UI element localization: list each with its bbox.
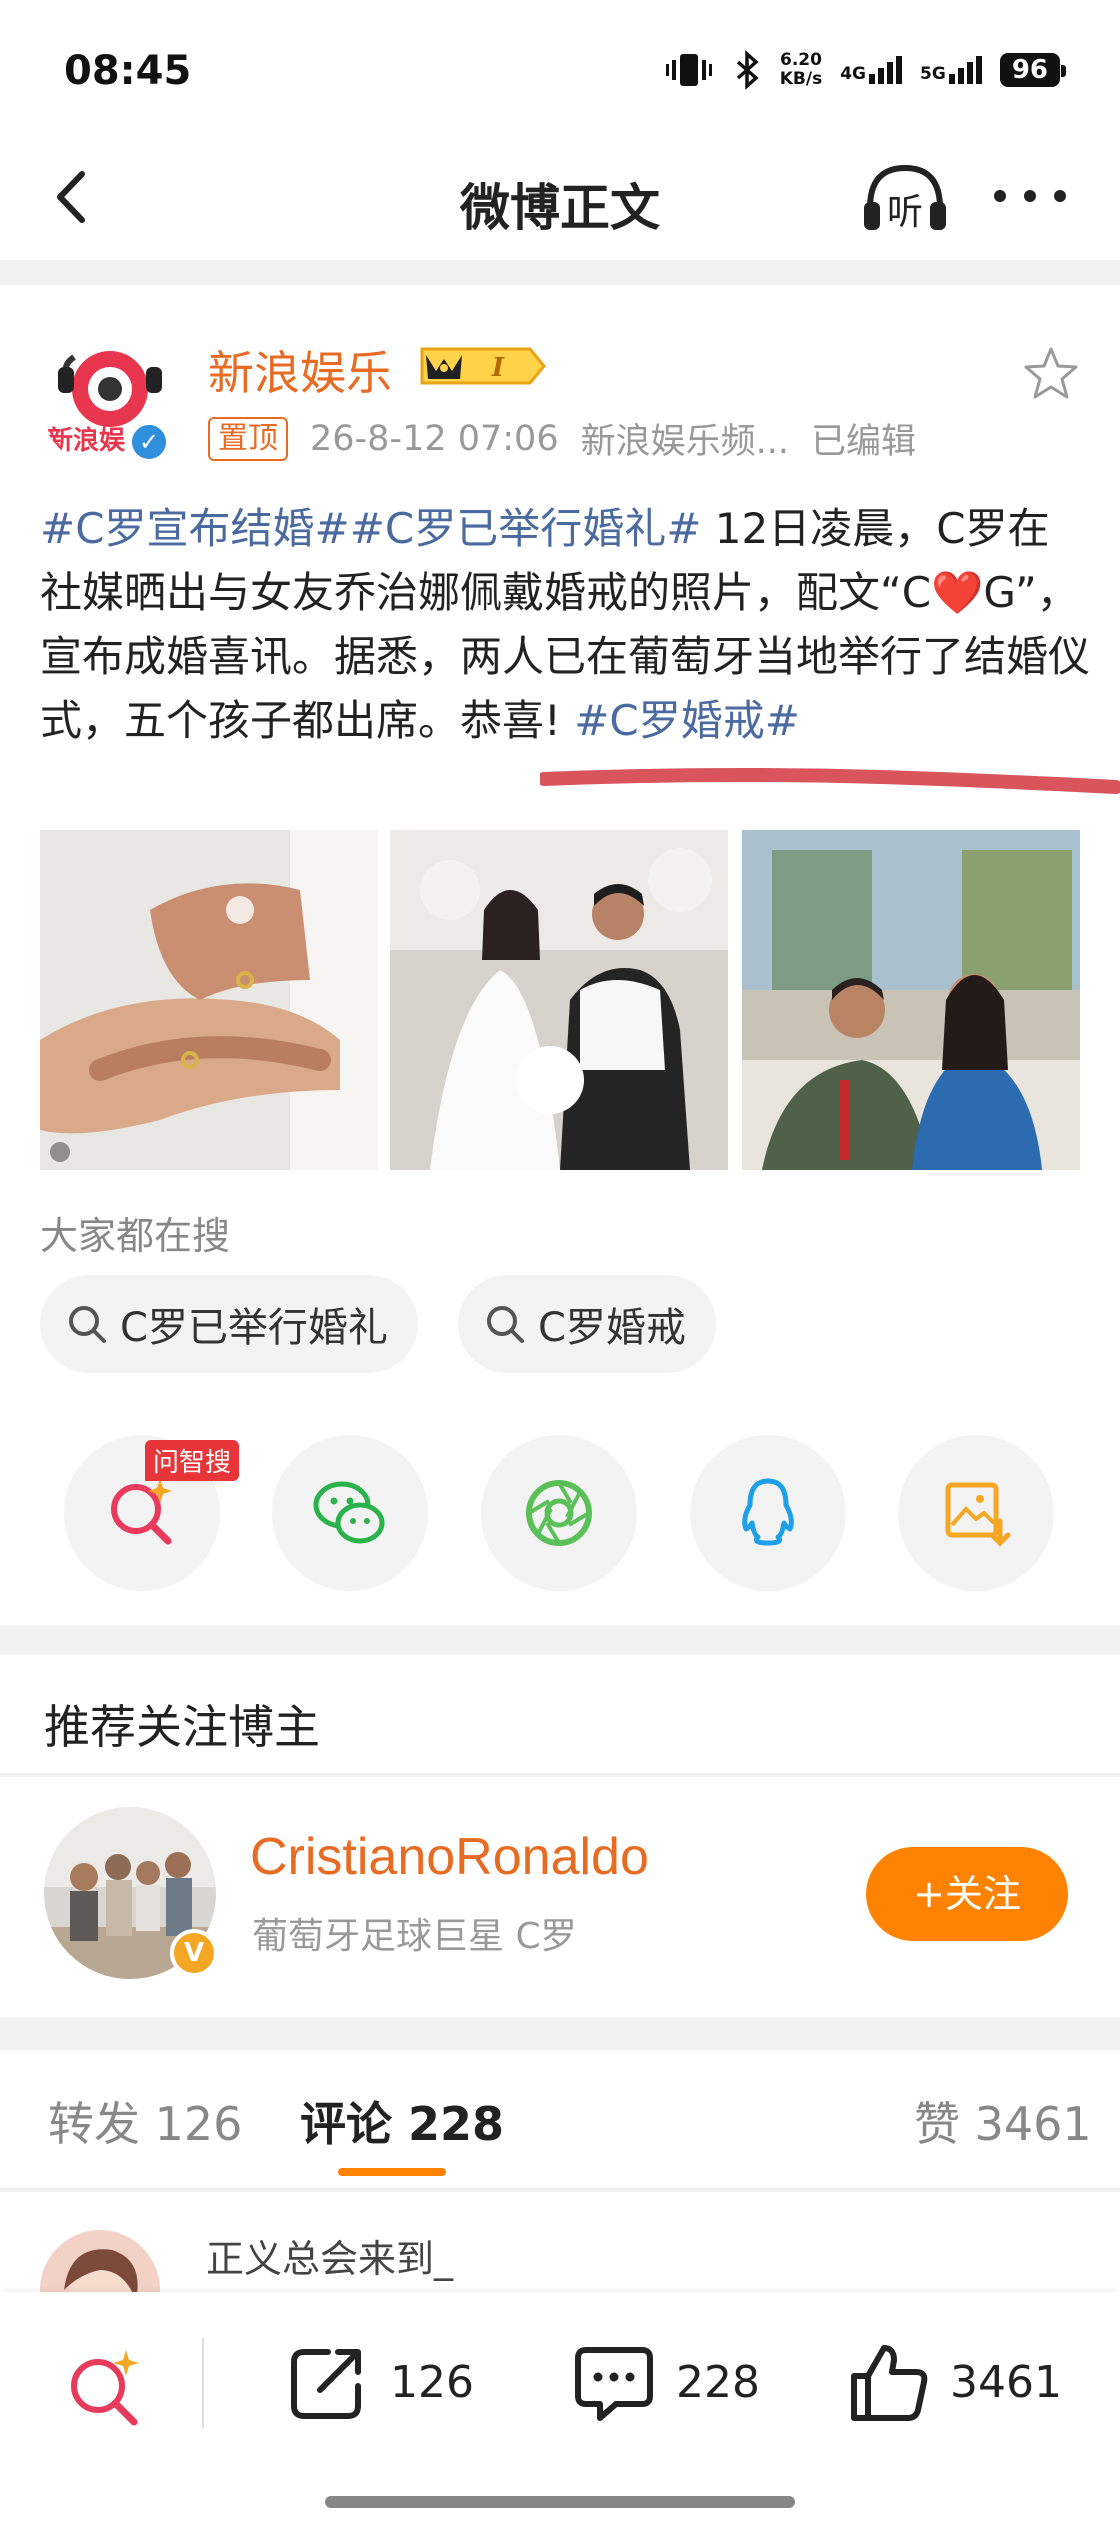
hashtag-link[interactable]: #C罗宣布结婚# <box>40 504 350 553</box>
svg-text:听: 听 <box>887 192 923 233</box>
red-underline-mark <box>540 768 1120 794</box>
trending-search-label: 大家都在搜 <box>40 1214 231 1258</box>
tab-comment[interactable]: 评论 228 <box>300 2088 504 2154</box>
share-wechat-button[interactable] <box>272 1435 428 1591</box>
comment-button[interactable]: 228 <box>572 2340 760 2424</box>
photo-rings-hands[interactable] <box>40 830 378 1170</box>
recommend-title: 推荐关注博主 <box>44 1700 320 1754</box>
post-tabs: 转发 126 评论 228 赞 3461 <box>0 2050 1120 2190</box>
ai-search-icon[interactable] <box>60 2342 150 2432</box>
heart-emoji: ❤️ <box>931 568 984 617</box>
save-image-button[interactable] <box>898 1435 1054 1591</box>
status-time: 08:45 <box>64 48 192 94</box>
photo-couple-sofa[interactable] <box>742 830 1080 1170</box>
net-speed: 6.20 KB/s <box>779 50 823 89</box>
ai-search-icon <box>111 1479 172 1545</box>
repost-icon <box>291 2349 361 2419</box>
listen-headphone-icon[interactable]: 听 <box>860 158 950 238</box>
photo-grid <box>40 830 1080 1170</box>
bottom-action-bar: 126 228 3461 <box>0 2292 1120 2528</box>
post-content: #C罗宣布结婚##C罗已举行婚礼# 12日凌晨，C罗在社媒晒出与女友乔治娜佩戴婚… <box>40 497 1090 753</box>
comment-item[interactable]: 正义总会来到_ <box>0 2192 1120 2292</box>
hashtag-link[interactable]: #C罗已举行婚礼# <box>350 504 702 553</box>
signal-5g: 5G <box>920 56 982 84</box>
commenter-name[interactable]: 正义总会来到_ <box>206 2228 453 2283</box>
verified-badge-icon: V <box>170 1929 218 1977</box>
favorite-star-icon[interactable] <box>1022 345 1080 401</box>
like-button[interactable]: 3461 <box>846 2340 1062 2424</box>
vibrate-icon <box>665 54 712 86</box>
comment-icon <box>575 2347 653 2421</box>
bluetooth-icon <box>736 50 759 90</box>
vip-crown-badge-icon: I <box>420 347 546 385</box>
repost-button[interactable]: 126 <box>286 2340 474 2424</box>
battery-indicator: 96 <box>999 53 1067 87</box>
author-name[interactable]: 新浪娱乐 <box>208 337 392 403</box>
share-qq-button[interactable] <box>690 1435 846 1591</box>
commenter-avatar[interactable] <box>40 2230 160 2292</box>
post-card: 新浪娱 ✓ 新浪娱乐 I 置顶 26-8-12 07:06 新浪娱乐频... 已… <box>0 285 1120 1625</box>
tab-indicator <box>338 2168 446 2176</box>
tab-like[interactable]: 赞 3461 <box>914 2088 1092 2154</box>
recommend-name[interactable]: CristianoRonaldo <box>250 1827 649 1887</box>
qq-icon <box>742 1478 794 1546</box>
pinned-tag: 置顶 <box>208 416 288 461</box>
follow-button[interactable]: +关注 <box>866 1847 1068 1941</box>
moments-icon <box>526 1480 592 1546</box>
wechat-icon <box>313 1481 385 1544</box>
page-title: 微博正文 <box>460 179 660 237</box>
svg-text:新浪娱: 新浪娱 <box>47 425 126 456</box>
svg-text:I: I <box>491 353 505 383</box>
status-bar: 08:45 6.20 KB/s 4G 5G 96 <box>0 0 1120 140</box>
nav-bar: 微博正文 听 <box>0 140 1120 260</box>
search-chip[interactable]: C罗婚戒 <box>458 1275 716 1373</box>
post-datetime: 26-8-12 07:06 <box>310 418 559 459</box>
search-icon <box>487 1306 524 1343</box>
thumbs-up-icon <box>851 2345 928 2421</box>
tab-repost[interactable]: 转发 126 <box>48 2088 242 2154</box>
bottom-divider <box>202 2338 204 2428</box>
ai-search-tag: 问智搜 <box>145 1440 240 1481</box>
save-image-icon <box>945 1482 1011 1547</box>
photo-wedding-couple[interactable] <box>390 830 728 1170</box>
search-chip[interactable]: C罗已举行婚礼 <box>40 1275 418 1373</box>
share-moments-button[interactable] <box>481 1435 637 1591</box>
more-options-icon[interactable] <box>990 176 1070 216</box>
status-icons: 6.20 KB/s 4G 5G 96 <box>664 50 1067 90</box>
recommend-description: 葡萄牙足球巨星 C罗 <box>252 1916 577 1957</box>
recommend-header: 推荐关注博主 <box>0 1655 1120 1775</box>
post-meta: 置顶 26-8-12 07:06 新浪娱乐频... 已编辑 <box>208 413 916 464</box>
verified-badge-icon: ✓ <box>128 421 170 463</box>
home-indicator <box>325 2496 795 2508</box>
recommend-card[interactable]: V CristianoRonaldo 葡萄牙足球巨星 C罗 +关注 <box>0 1777 1120 2017</box>
post-source: 新浪娱乐频... <box>580 422 789 462</box>
edited-label: 已编辑 <box>810 422 916 462</box>
search-icon <box>69 1306 106 1343</box>
signal-4g: 4G <box>840 56 903 84</box>
hashtag-link[interactable]: #C罗婚戒# <box>574 696 800 745</box>
